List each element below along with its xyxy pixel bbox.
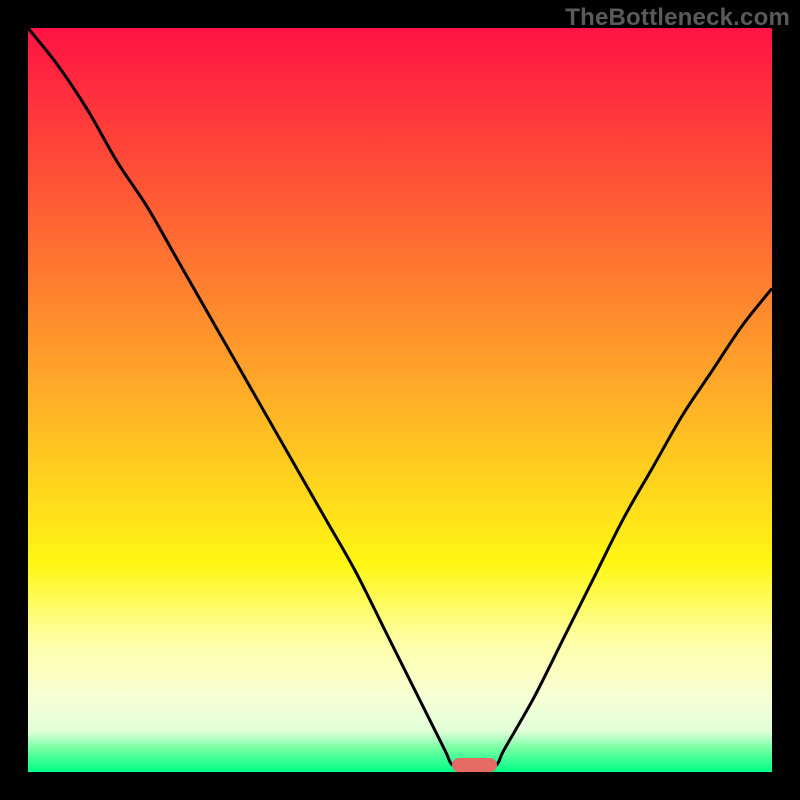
bottleneck-chart [28, 28, 772, 772]
chart-frame [28, 28, 772, 772]
watermark-text: TheBottleneck.com [565, 4, 790, 32]
optimal-range-marker [452, 758, 497, 772]
